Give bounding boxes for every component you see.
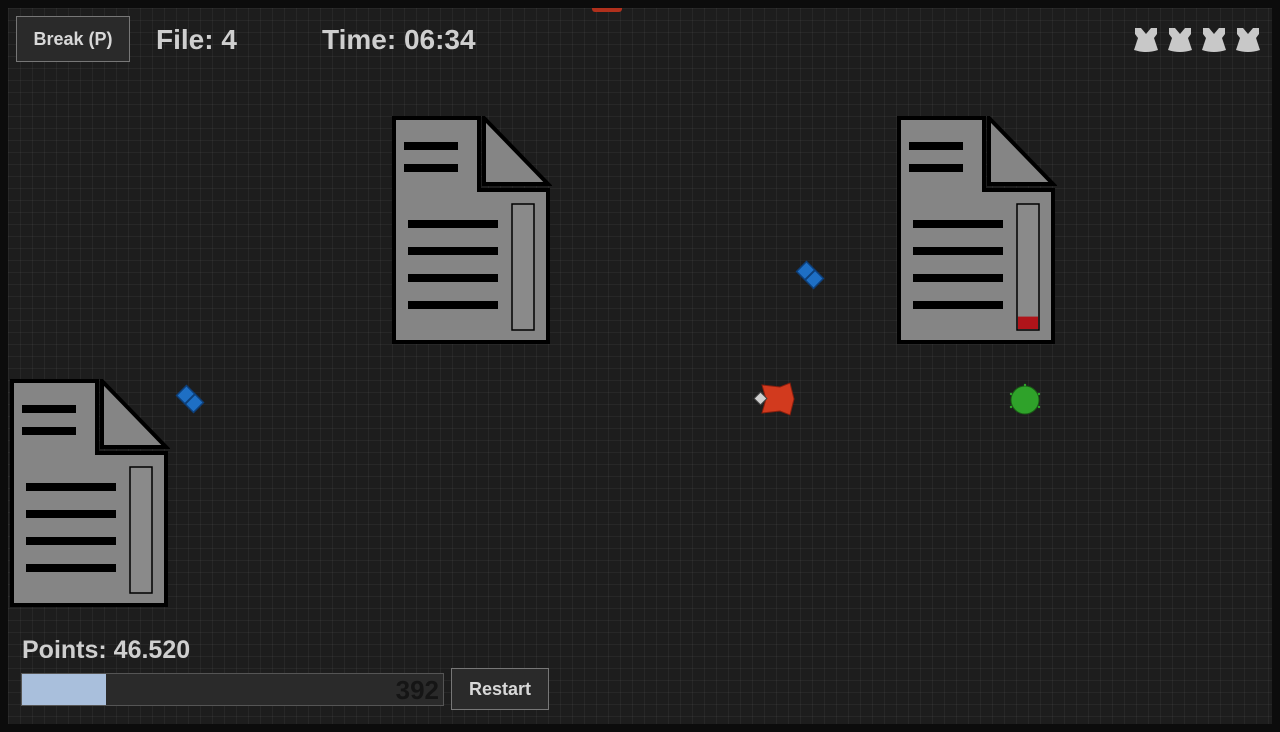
green-enemy bbox=[1008, 383, 1042, 422]
progress-bar-fill bbox=[22, 674, 107, 705]
points-counter: Points: 46.520 bbox=[22, 636, 191, 664]
lives-indicator bbox=[1132, 26, 1262, 54]
blue-enemy bbox=[174, 383, 206, 420]
document-2 bbox=[897, 113, 1058, 346]
shirt-icon bbox=[1200, 26, 1228, 54]
file-counter: File: 4 bbox=[156, 24, 237, 55]
game-stage[interactable]: Break (P) File: 4 Time: 06:34 Points: 46… bbox=[8, 8, 1272, 724]
offscreen-enemy-marker bbox=[592, 8, 622, 12]
time-counter: Time: 06:34 bbox=[322, 24, 476, 55]
shirt-icon bbox=[1234, 26, 1262, 54]
progress-bar: 392 bbox=[21, 673, 444, 706]
shirt-icon bbox=[1132, 26, 1160, 54]
break-button[interactable]: Break (P) bbox=[16, 16, 130, 62]
progress-value: 392 bbox=[395, 675, 439, 705]
document-1 bbox=[392, 113, 553, 346]
blue-enemy bbox=[794, 259, 826, 296]
restart-button[interactable]: Restart bbox=[451, 668, 549, 710]
document-3 bbox=[10, 376, 171, 609]
shirt-icon bbox=[1166, 26, 1194, 54]
player-ship[interactable] bbox=[750, 381, 796, 422]
